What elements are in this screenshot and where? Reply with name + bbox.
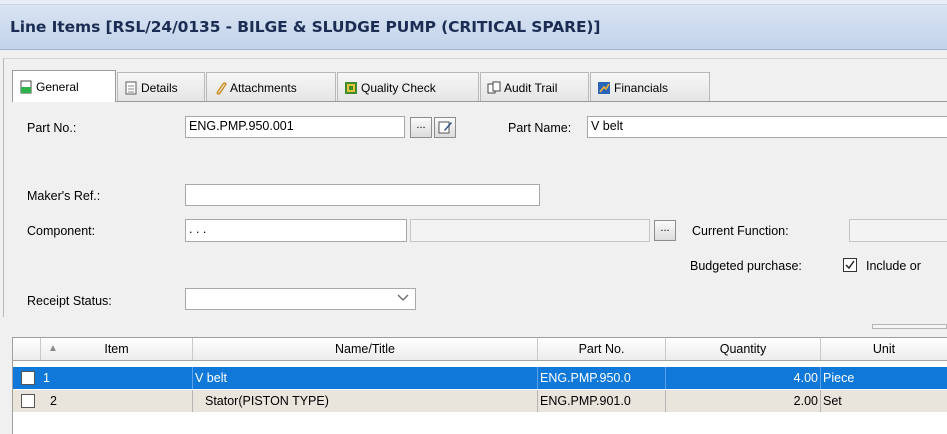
tab-general[interactable]: General bbox=[12, 70, 116, 102]
part-no-input[interactable]: ENG.PMP.950.001 bbox=[185, 116, 405, 138]
tab-label: Financials bbox=[614, 80, 669, 95]
include-label: Include or bbox=[866, 259, 921, 273]
row-selector-header bbox=[13, 338, 41, 360]
tab-label: Attachments bbox=[230, 80, 297, 95]
makers-ref-input[interactable] bbox=[185, 184, 540, 206]
current-function-label: Current Function: bbox=[692, 224, 789, 238]
tab-details[interactable]: Details bbox=[117, 72, 205, 102]
cell-part-no: ENG.PMP.950.0 bbox=[538, 367, 666, 389]
receipt-status-select[interactable] bbox=[185, 288, 416, 310]
tab-divider bbox=[12, 101, 947, 102]
chevron-down-icon[interactable] bbox=[396, 292, 410, 307]
grid-header: ▲ Item Name/Title Part No. Quantity Unit bbox=[13, 338, 947, 361]
window-title: Line Items [RSL/24/0135 - BILGE & SLUDGE… bbox=[10, 18, 601, 36]
cell-quantity: 2.00 bbox=[666, 390, 821, 412]
column-header-name[interactable]: Name/Title bbox=[193, 338, 538, 360]
sort-icon: ▲ bbox=[48, 343, 58, 354]
audit-trail-icon bbox=[487, 81, 501, 95]
column-header-label: Item bbox=[104, 342, 129, 356]
column-header-part-no[interactable]: Part No. bbox=[538, 338, 666, 360]
part-name-input[interactable]: V belt bbox=[587, 116, 947, 138]
makers-ref-label: Maker's Ref.: bbox=[27, 189, 101, 203]
component-code-input[interactable]: . . . bbox=[185, 219, 407, 242]
component-lookup-button[interactable]: ... bbox=[654, 220, 676, 241]
paperclip-icon bbox=[213, 81, 227, 95]
row-checkbox[interactable] bbox=[21, 371, 35, 385]
table-row[interactable]: 2 Stator(PISTON TYPE) ENG.PMP.901.0 2.00… bbox=[13, 390, 947, 412]
tab-label: Audit Trail bbox=[504, 80, 558, 95]
tab-attachments[interactable]: Attachments bbox=[206, 72, 336, 102]
cell-name: Stator(PISTON TYPE) bbox=[193, 390, 538, 412]
line-items-grid: ▲ Item Name/Title Part No. Quantity Unit… bbox=[12, 337, 947, 434]
cell-item: 1 bbox=[41, 367, 193, 389]
budgeted-purchase-label: Budgeted purchase: bbox=[690, 259, 802, 273]
cell-unit: Set bbox=[821, 390, 947, 412]
document-icon bbox=[124, 81, 138, 95]
cell-unit: Piece bbox=[821, 367, 947, 389]
tab-label: Quality Check bbox=[361, 80, 436, 95]
column-header-unit[interactable]: Unit bbox=[821, 338, 947, 360]
document-green-icon bbox=[19, 80, 33, 94]
tab-financials[interactable]: Financials bbox=[590, 72, 710, 102]
cell-quantity: 4.00 bbox=[666, 367, 821, 389]
edit-icon bbox=[437, 121, 453, 138]
receipt-status-label: Receipt Status: bbox=[27, 294, 112, 308]
ellipsis-icon: ... bbox=[416, 119, 426, 131]
column-header-item[interactable]: ▲ Item bbox=[41, 338, 193, 360]
component-name-input bbox=[410, 219, 650, 242]
component-label: Component: bbox=[27, 224, 96, 238]
title-bar: Line Items [RSL/24/0135 - BILGE & SLUDGE… bbox=[0, 5, 947, 50]
table-row[interactable]: 1 V belt ENG.PMP.950.0 4.00 Piece bbox=[13, 367, 947, 389]
tab-audit-trail[interactable]: Audit Trail bbox=[480, 72, 589, 102]
cell-name: V belt bbox=[193, 367, 538, 389]
financials-icon bbox=[597, 81, 611, 95]
column-header-quantity[interactable]: Quantity bbox=[666, 338, 821, 360]
part-edit-button[interactable] bbox=[434, 117, 456, 138]
current-function-input bbox=[849, 219, 947, 242]
splitter-handle[interactable] bbox=[872, 324, 947, 329]
check-icon bbox=[845, 260, 855, 270]
ellipsis-icon: ... bbox=[660, 222, 670, 234]
cell-part-no: ENG.PMP.901.0 bbox=[538, 390, 666, 412]
quality-check-icon bbox=[344, 81, 358, 95]
budgeted-purchase-checkbox[interactable] bbox=[843, 258, 857, 272]
tab-label: General bbox=[36, 79, 79, 94]
tab-label: Details bbox=[141, 80, 178, 95]
part-lookup-button[interactable]: ... bbox=[410, 117, 432, 138]
cell-item: 2 bbox=[41, 390, 193, 412]
tab-quality-check[interactable]: Quality Check bbox=[337, 72, 479, 102]
part-name-label: Part Name: bbox=[508, 121, 572, 135]
part-no-label: Part No.: bbox=[27, 121, 77, 135]
row-checkbox[interactable] bbox=[21, 394, 35, 408]
